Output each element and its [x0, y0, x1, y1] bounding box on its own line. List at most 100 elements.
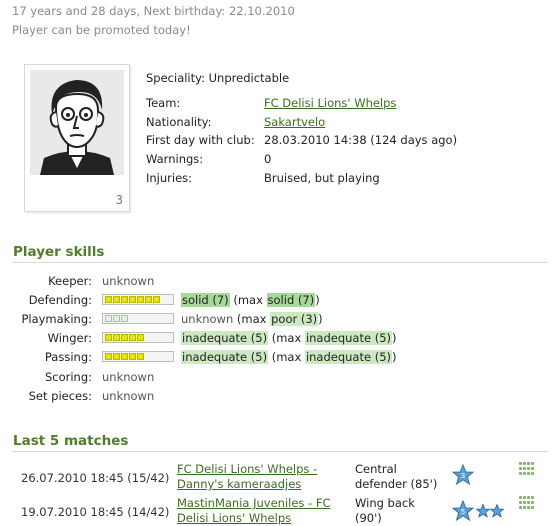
skill-bar-segment: [129, 334, 136, 341]
match-details-icon[interactable]: [519, 462, 534, 476]
match-title-line[interactable]: MastinMania Juveniles - FC: [177, 496, 337, 511]
svg-text:5: 5: [461, 508, 465, 516]
skill-bar-segment: [105, 353, 112, 360]
skill-value: inadequate (5) (max inadequate (5)): [181, 331, 397, 345]
skill-bar-segment: [121, 315, 128, 322]
skill-bar-segment: [105, 315, 112, 322]
skill-max-prefix: (max: [268, 350, 305, 364]
rating-star-small-icon: [490, 504, 504, 518]
first-day-value: 28.03.2010 14:38 (124 days ago): [264, 133, 458, 147]
info-first-day: First day with club: 28.03.2010 14:38 (1…: [146, 133, 457, 149]
rating-star-icon: 5: [452, 500, 474, 522]
nationality-link[interactable]: Sakartvelo: [264, 115, 325, 131]
match-title-line[interactable]: FC Delisi Lions' Whelps -: [177, 462, 337, 477]
skill-current-text: unknown: [181, 312, 234, 326]
skill-max-suffix: ): [318, 312, 323, 326]
skill-max-suffix: ): [315, 293, 320, 307]
info-speciality: Speciality: Unpredictable: [146, 71, 289, 87]
skill-bar: [102, 294, 174, 305]
position-line: (90'): [355, 511, 382, 525]
skill-bar: [102, 313, 174, 324]
skill-current-link[interactable]: inadequate (5): [181, 350, 269, 364]
skill-bar-segment: [113, 353, 120, 360]
skill-value: unknown (max poor (3)): [181, 312, 323, 326]
speciality-value: Unpredictable: [208, 71, 290, 85]
skill-current-link[interactable]: solid (7): [181, 293, 230, 307]
skill-label: Winger:: [47, 331, 92, 345]
skill-bar-segment: [121, 296, 128, 303]
skill-row-keeper: Keeper: unknown: [0, 274, 556, 290]
skill-label: Keeper:: [48, 274, 92, 288]
injuries-value: Bruised, but playing: [264, 171, 380, 185]
skill-bar: [102, 351, 174, 362]
match-title-link[interactable]: FC Delisi Lions' Whelps - Danny's kamera…: [177, 462, 337, 492]
rating-star-small-icon: [476, 504, 490, 518]
skill-bar-segment: [153, 296, 160, 303]
skill-row-scoring: Scoring: unknown: [0, 370, 556, 386]
skill-max-prefix: (max: [229, 293, 267, 307]
skill-row-winger: Winger: inadequate (5) (max inadequate (…: [0, 331, 556, 347]
skill-row-passing: Passing: inadequate (5) (max inadequate …: [0, 350, 556, 366]
match-title-link[interactable]: MastinMania Juveniles - FC Delisi Lions'…: [177, 496, 337, 526]
skill-value: unknown: [102, 389, 155, 403]
skill-bar-segment: [137, 296, 144, 303]
info-warnings: Warnings: 0: [146, 152, 271, 168]
skill-row-playmaking: Playmaking: unknown (max poor (3)): [0, 312, 556, 328]
skill-row-set-pieces: Set pieces: unknown: [0, 389, 556, 405]
skill-label: Playmaking:: [21, 312, 92, 326]
skill-value: unknown: [102, 370, 155, 384]
matches-title: Last 5 matches: [13, 433, 129, 449]
player-avatar-card: 3: [24, 64, 130, 212]
skill-bar-segment: [121, 334, 128, 341]
position-line: Wing back: [355, 496, 415, 510]
skill-current-link[interactable]: inadequate (5): [181, 331, 269, 345]
match-title-line[interactable]: Delisi Lions' Whelps: [177, 511, 337, 526]
card-badge: 3: [115, 193, 123, 207]
info-injuries: Injuries: Bruised, but playing: [146, 171, 380, 187]
skill-bar-segment: [137, 334, 144, 341]
skills-title: Player skills: [13, 244, 105, 260]
match-position: Central defender (85'): [355, 462, 445, 492]
skill-bar: [102, 332, 174, 343]
skill-label: Scoring:: [44, 370, 92, 384]
matches-divider: [12, 451, 548, 452]
skill-label: Defending:: [28, 293, 92, 307]
match-title-line[interactable]: Danny's kameraadjes: [177, 477, 337, 492]
skill-bar-segment: [129, 353, 136, 360]
skill-max-link[interactable]: inadequate (5): [304, 350, 393, 364]
skill-max-link[interactable]: inadequate (5): [304, 331, 393, 345]
skill-max-link[interactable]: poor (3): [270, 312, 319, 326]
match-position: Wing back (90'): [355, 496, 445, 526]
team-link[interactable]: FC Delisi Lions' Whelps: [264, 96, 396, 112]
promotion-line: Player can be promoted today!: [12, 23, 191, 37]
skill-max-suffix: ): [392, 331, 397, 345]
position-line: Central: [355, 462, 397, 476]
first-day-label: First day with club:: [146, 133, 255, 147]
face-portrait-icon: [30, 70, 124, 175]
skill-label: Set pieces:: [28, 389, 92, 403]
match-row: 26.07.2010 18:45 (15/42) FC Delisi Lions…: [0, 462, 556, 494]
injuries-label: Injuries:: [146, 171, 193, 185]
team-label: Team:: [146, 96, 181, 110]
skill-bar-segment: [121, 353, 128, 360]
skill-value: inadequate (5) (max inadequate (5)): [181, 350, 397, 364]
skill-row-defending: Defending: solid (7) (max solid (7)): [0, 293, 556, 309]
skill-bar-segment: [105, 334, 112, 341]
match-date: 19.07.2010 18:45 (14/42): [21, 505, 170, 519]
avatar: [30, 70, 124, 175]
skill-bar-segment: [113, 296, 120, 303]
skill-bar-segment: [113, 334, 120, 341]
skill-bar-segment: [145, 296, 152, 303]
skill-bar-segment: [105, 296, 112, 303]
info-team: Team: FC Delisi Lions' Whelps: [146, 96, 396, 112]
match-details-icon[interactable]: [519, 496, 534, 510]
speciality-label: Speciality:: [146, 71, 205, 85]
skill-max-prefix: (max: [268, 331, 305, 345]
info-nationality: Nationality: Sakartvelo: [146, 115, 325, 131]
skill-label: Passing:: [44, 350, 92, 364]
skill-bar-segment: [113, 315, 120, 322]
position-line: defender (85'): [355, 477, 438, 491]
skill-max-link[interactable]: solid (7): [266, 293, 316, 307]
svg-text:3: 3: [461, 472, 465, 480]
age-line: 17 years and 28 days, Next birthday: 22.…: [12, 4, 295, 18]
